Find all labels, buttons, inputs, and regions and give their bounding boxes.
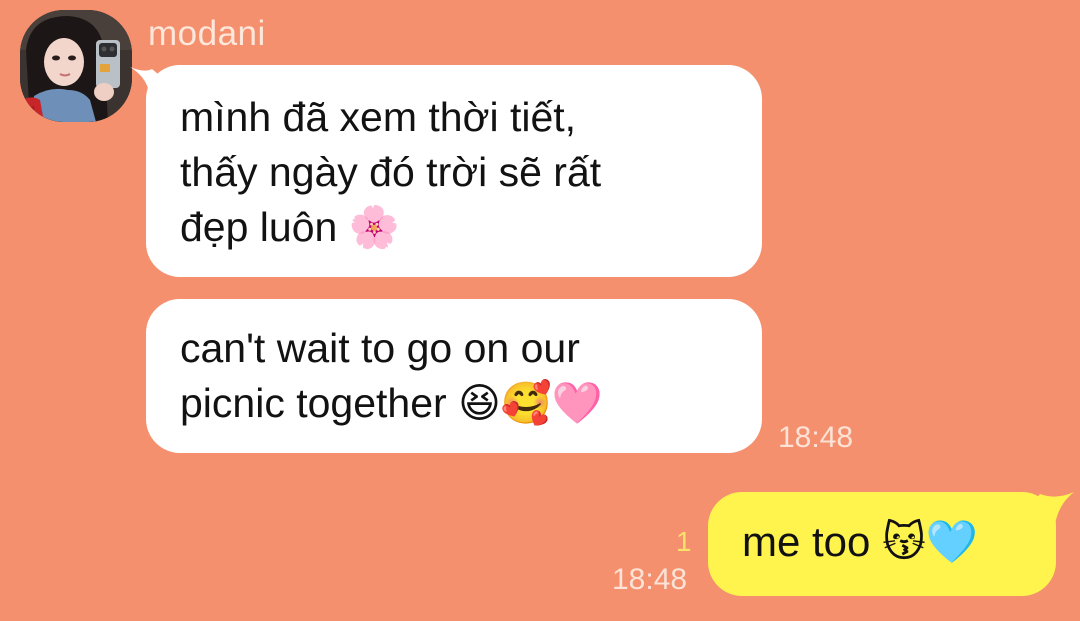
message-text-line: thấy ngày đó trời sẽ rất — [180, 149, 602, 195]
bubble-tail-icon — [1030, 492, 1074, 532]
unread-count: 1 — [676, 526, 692, 557]
kissing-cat-heart-emoji-icon: 😽🩵 — [882, 518, 979, 565]
message-text-line: can't wait to go on our — [180, 325, 580, 371]
message-text-segment: đẹp luôn — [180, 204, 338, 250]
outgoing-timestamp: 18:48 — [612, 563, 688, 596]
sender-name: modani — [148, 14, 266, 53]
message-bubble-outgoing[interactable]: me too 😽🩵 — [708, 492, 1074, 596]
avatar-photo-icon — [20, 10, 132, 122]
incoming-timestamp: 18:48 — [778, 421, 854, 454]
laughing-heart-emoji-icon: 😆🥰🩷 — [458, 379, 603, 427]
message-text-line: mình đã xem thời tiết, — [180, 94, 577, 140]
chat-area: modani mình đã xem thời tiết, thấy ngày … — [0, 0, 1080, 621]
message-text-segment: picnic together — [180, 380, 447, 426]
message-text: me too — [742, 518, 871, 565]
cherry-blossom-emoji-icon: 🌸 — [348, 203, 400, 251]
sender-avatar[interactable] — [20, 10, 132, 122]
message-bubble-incoming-2[interactable]: can't wait to go on our picnic together … — [146, 299, 762, 453]
bubble-tail-icon — [130, 67, 164, 105]
message-bubble-incoming-1[interactable]: mình đã xem thời tiết, thấy ngày đó trời… — [130, 65, 762, 277]
message-text-line: đẹp luôn 🌸 — [180, 200, 728, 255]
message-text-line: picnic together 😆🥰🩷 — [180, 376, 728, 431]
